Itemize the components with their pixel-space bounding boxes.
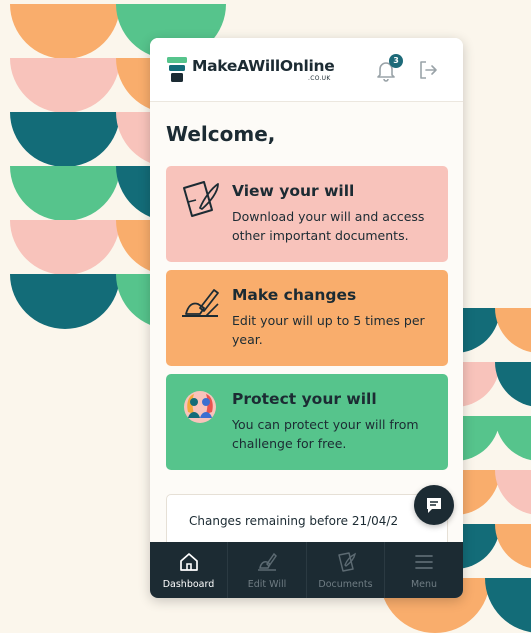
card-description: Download your will and access other impo… (232, 209, 425, 243)
logo-icon (167, 57, 187, 82)
nav-label: Documents (318, 579, 373, 590)
documents-icon (337, 552, 356, 572)
shield-people-icon (184, 391, 216, 423)
brand-name[interactable]: MakeAWillOnline (192, 57, 335, 75)
notification-count-badge: 3 (389, 54, 403, 68)
app-header: MakeAWillOnline .CO.UK 3 (150, 38, 463, 102)
make-changes-card[interactable]: Make changes Edit your will up to 5 time… (166, 270, 448, 366)
welcome-heading: Welcome, (166, 122, 276, 146)
nav-menu[interactable]: Menu (385, 542, 463, 598)
nav-dashboard[interactable]: Dashboard (150, 542, 228, 598)
chat-button[interactable] (414, 485, 454, 525)
nav-label: Menu (410, 579, 438, 590)
card-title: Protect your will (232, 390, 377, 408)
brand-domain: .CO.UK (308, 75, 331, 82)
nav-label: Dashboard (162, 579, 215, 590)
app-screen: MakeAWillOnline .CO.UK 3 Welcome, View y… (150, 38, 463, 598)
menu-icon (415, 555, 433, 569)
nav-edit-will[interactable]: Edit Will (228, 542, 307, 598)
card-description: Edit your will up to 5 times per year. (232, 313, 425, 347)
card-title: Make changes (232, 286, 357, 304)
bottom-navigation: Dashboard Edit Will Documents Menu (150, 542, 463, 598)
view-will-card[interactable]: View your will Download your will and ac… (166, 166, 448, 262)
chat-icon (427, 498, 441, 513)
card-title: View your will (232, 182, 355, 200)
card-description: You can protect your will from challenge… (232, 417, 419, 451)
protect-will-card[interactable]: Protect your will You can protect your w… (166, 374, 448, 470)
changes-remaining-text: Changes remaining before 21/04/2 (189, 514, 399, 528)
logout-icon[interactable] (416, 58, 440, 82)
hand-writing-icon (182, 289, 219, 317)
nav-label: Edit Will (247, 579, 287, 590)
home-icon (179, 553, 198, 571)
document-pen-icon (183, 181, 219, 217)
nav-documents[interactable]: Documents (307, 542, 385, 598)
edit-will-icon (258, 552, 277, 571)
